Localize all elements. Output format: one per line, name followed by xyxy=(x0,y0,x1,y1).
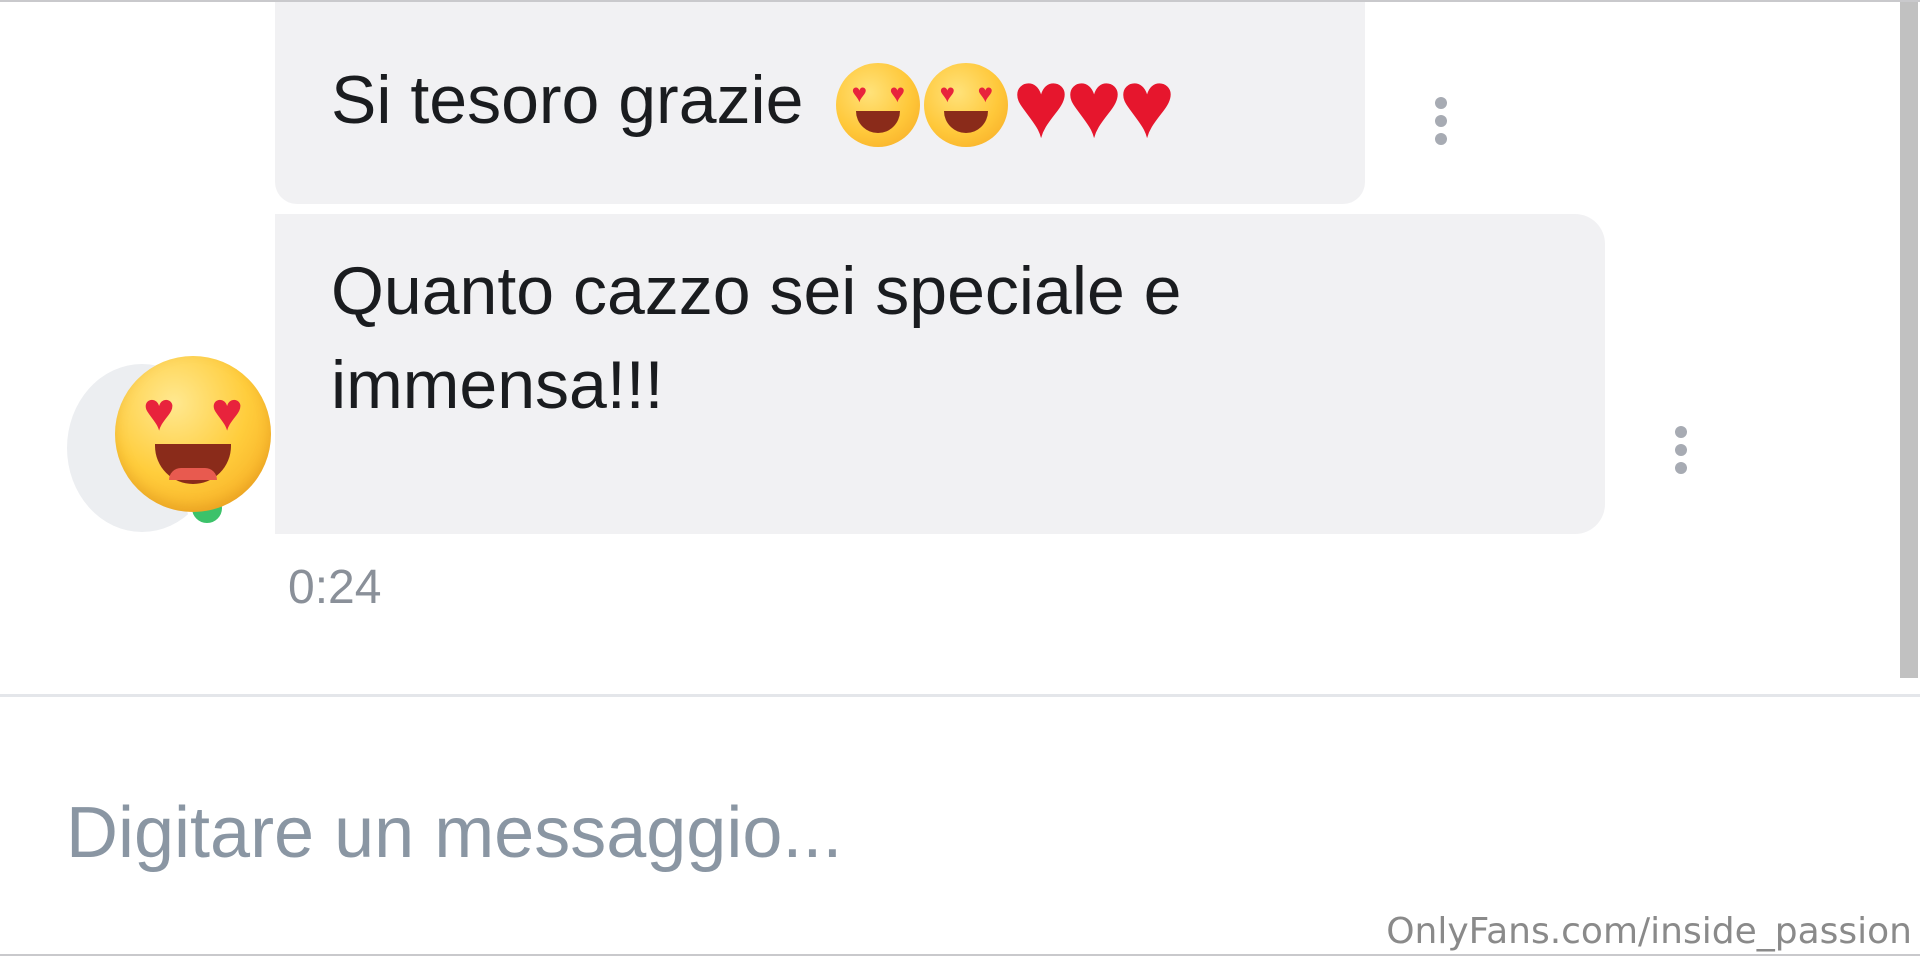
message-options-button[interactable] xyxy=(1671,420,1691,480)
message-text: Si tesoro grazie xyxy=(331,62,804,139)
chat-window: Si tesoro grazie ♥ ♥ ♥ ♥ ♥♥♥ ♥ ♥ Quanto cazzo… xyxy=(0,0,1920,956)
heart-eyes-emoji-icon: ♥ ♥ xyxy=(924,63,1009,148)
message-bubble[interactable]: Si tesoro grazie ♥ ♥ ♥ ♥ ♥♥♥ xyxy=(275,2,1365,204)
red-heart-icon: ♥ xyxy=(1012,51,1070,159)
scrollbar[interactable] xyxy=(1898,2,1920,694)
emoji-row: ♥ ♥ ♥ ♥ ♥♥♥ xyxy=(836,45,1175,159)
message-composer: OnlyFans.com/inside_passion xyxy=(0,694,1920,954)
more-vertical-icon xyxy=(1675,426,1687,438)
heart-eyes-emoji-icon: ♥ ♥ xyxy=(836,63,921,148)
red-heart-icon: ♥ xyxy=(1118,51,1176,159)
message-bubble[interactable]: Quanto cazzo sei speciale e immensa!!! xyxy=(275,214,1605,534)
message-input[interactable] xyxy=(66,783,1766,883)
message-timestamp: 0:24 xyxy=(288,561,382,614)
message-list[interactable]: Si tesoro grazie ♥ ♥ ♥ ♥ ♥♥♥ ♥ ♥ Quanto cazzo… xyxy=(0,2,1920,694)
scrollbar-thumb[interactable] xyxy=(1900,2,1918,678)
heart-eyes-emoji-icon: ♥ ♥ xyxy=(115,356,271,512)
more-vertical-icon xyxy=(1435,97,1447,109)
avatar[interactable]: ♥ ♥ xyxy=(67,356,271,534)
message-options-button[interactable] xyxy=(1431,91,1451,151)
message-text: Quanto cazzo sei speciale e immensa!!! xyxy=(331,253,1182,423)
watermark: OnlyFans.com/inside_passion xyxy=(1386,911,1912,952)
red-heart-icon: ♥ xyxy=(1065,51,1123,159)
